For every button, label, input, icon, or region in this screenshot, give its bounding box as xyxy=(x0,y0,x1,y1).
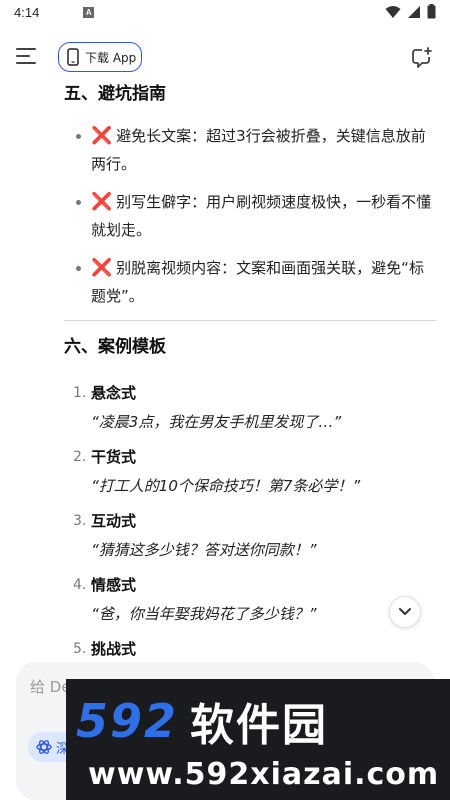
status-time: 4:14 xyxy=(14,4,40,20)
list-item-quote: “凌晨3点，我在男友手机里发现了…” xyxy=(91,413,342,431)
list-number: 2. xyxy=(73,449,87,465)
list-item-text: 别脱离视频内容：文案和画面强关联，避免“标题党”。 xyxy=(91,259,424,305)
list-number: 3. xyxy=(73,513,87,529)
list-item: 4. 情感式 “爸，你当年娶我妈花了多少钱？” xyxy=(64,571,436,629)
message-input[interactable]: 给 De xyxy=(30,676,71,697)
list-item-title: 悬念式 xyxy=(91,384,137,402)
menu-icon[interactable] xyxy=(16,47,38,65)
wifi-icon xyxy=(385,5,401,18)
scroll-to-bottom-button[interactable] xyxy=(389,596,421,628)
status-bar: 4:14 A xyxy=(0,0,450,24)
cross-mark-icon: ❌ xyxy=(91,126,113,146)
signal-icon xyxy=(408,5,420,18)
list-item: 5. 挑战式 xyxy=(64,635,436,663)
atom-icon xyxy=(36,740,52,754)
list-item: 1. 悬念式 “凌晨3点，我在男友手机里发现了…” xyxy=(64,379,436,437)
list-number: 1. xyxy=(73,385,87,401)
list-item: ❌ 别写生僻字：用户刷视频速度极快，一秒看不懂就划走。 xyxy=(64,188,436,244)
download-app-button[interactable]: 下载 App xyxy=(58,42,142,72)
list-item: ❌ 别脱离视频内容：文案和画面强关联，避免“标题党”。 xyxy=(64,254,436,310)
battery-icon xyxy=(427,4,436,19)
list-item-quote: “爸，你当年娶我妈花了多少钱？” xyxy=(91,605,317,623)
list-item: 3. 互动式 “猜猜这多少钱？答对送你同款！” xyxy=(64,507,436,565)
list-item-text: 别写生僻字：用户刷视频速度极快，一秒看不懂就划走。 xyxy=(91,193,432,239)
watermark-banner: 592 软件园 www.592xiazai.com xyxy=(66,679,450,800)
new-chat-icon[interactable] xyxy=(410,46,434,70)
watermark-logo: 592 软件园 xyxy=(76,689,446,753)
section-heading: 五、避坑指南 xyxy=(64,84,166,104)
list-item-title: 互动式 xyxy=(91,512,137,530)
list-item-quote: “猜猜这多少钱？答对送你同款！” xyxy=(91,541,317,559)
bullet-dot xyxy=(76,266,81,271)
chevron-down-icon xyxy=(399,608,411,615)
watermark-url: www.592xiazai.com xyxy=(88,757,440,792)
bullet-dot xyxy=(76,200,81,205)
list-item: ❌ 避免长文案：超过3行会被折叠，关键信息放前两行。 xyxy=(64,122,436,178)
notification-a-icon: A xyxy=(83,6,95,18)
list-item: 2. 干货式 “打工人的10个保命技巧！第7条必学！” xyxy=(64,443,436,501)
divider xyxy=(64,320,436,321)
section-case-templates: 六、案例模板 1. 悬念式 “凌晨3点，我在男友手机里发现了…” 2. 干货式 … xyxy=(64,333,436,669)
watermark-brand: 软件园 xyxy=(190,700,329,751)
cross-mark-icon: ❌ xyxy=(91,192,113,212)
list-item-text: 避免长文案：超过3行会被折叠，关键信息放前两行。 xyxy=(91,127,426,173)
list-item-title: 挑战式 xyxy=(91,640,137,658)
bullet-dot xyxy=(76,134,81,139)
list-item-title: 干货式 xyxy=(91,448,137,466)
list-item-quote: “打工人的10个保命技巧！第7条必学！” xyxy=(91,477,361,495)
download-app-label: 下载 App xyxy=(85,50,137,65)
app-header: 下载 App xyxy=(0,24,450,86)
bullet-list: ❌ 避免长文案：超过3行会被折叠，关键信息放前两行。 ❌ 别写生僻字：用户刷视频速度… xyxy=(64,122,436,310)
list-item-title: 情感式 xyxy=(91,576,137,594)
list-number: 5. xyxy=(73,641,87,657)
ordered-list: 1. 悬念式 “凌晨3点，我在男友手机里发现了…” 2. 干货式 “打工人的10… xyxy=(64,379,436,663)
watermark-digits: 592 xyxy=(76,694,179,748)
phone-icon xyxy=(67,48,79,66)
section-pitfalls: 五、避坑指南 ❌ 避免长文案：超过3行会被折叠，关键信息放前两行。 ❌ 别写生僻字：… xyxy=(64,80,436,321)
section-heading: 六、案例模板 xyxy=(64,337,166,357)
cross-mark-icon: ❌ xyxy=(91,258,113,278)
status-icons xyxy=(385,4,436,19)
list-number: 4. xyxy=(73,577,87,593)
